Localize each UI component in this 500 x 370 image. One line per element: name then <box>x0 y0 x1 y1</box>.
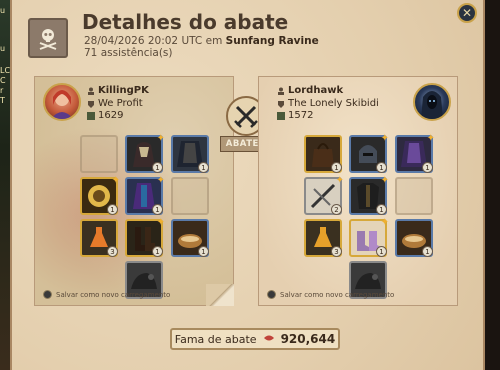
enchant-badge: 1 <box>376 204 387 215</box>
enchant-badge: 1 <box>331 162 342 173</box>
guild-shield-icon <box>277 100 285 108</box>
enchant-badge: 1 <box>422 246 433 257</box>
star-icon: ✦ <box>111 175 120 186</box>
enchant-badge: 1 <box>107 204 118 215</box>
enchant-badge: 1 <box>422 162 433 173</box>
enchant-badge: 1 <box>152 246 163 257</box>
killer-avatar[interactable] <box>43 83 81 121</box>
enchant-badge: 3 <box>107 246 118 257</box>
enchant-badge: 1 <box>152 162 163 173</box>
save-icon <box>43 290 52 299</box>
enchant-badge: 1 <box>152 204 163 215</box>
item-power-icon <box>277 112 285 121</box>
star-icon: ✦ <box>380 175 389 186</box>
item-power-icon <box>87 112 95 121</box>
victim-name[interactable]: Lordhawk <box>288 85 343 98</box>
kill-location: Sunfang Ravine <box>225 35 319 47</box>
skull-crossbones-icon <box>28 18 68 58</box>
assists-count: 71 assistência(s) <box>84 47 173 59</box>
kill-details-window: Detalhes do abate 28/04/2026 20:02 UTC e… <box>10 0 485 370</box>
star-icon: ✦ <box>380 217 389 228</box>
save-loadout-label: Salvar como novo carregamento <box>56 290 171 299</box>
cape-slot[interactable]: 1 <box>171 135 209 173</box>
potion-slot[interactable]: 3 <box>80 219 118 257</box>
victim-info: Lordhawk The Lonely Skibidi 1572 <box>277 85 379 123</box>
player-icon <box>87 87 95 96</box>
star-icon: ✦ <box>426 133 435 144</box>
armor-slot[interactable]: ✦ 1 <box>125 175 165 215</box>
enchant-badge: 1 <box>376 162 387 173</box>
boots-slot[interactable]: ✦ 1 <box>125 217 165 257</box>
killer-panel: KillingPK We Profit 1629 ✦ 1 1 ✦ 1 ✦ 1 3 ✦ 1 <box>34 76 234 306</box>
star-icon: ✦ <box>156 133 165 144</box>
weapon-slot[interactable]: ✦ 1 <box>80 175 120 215</box>
star-icon: ✦ <box>380 133 389 144</box>
food-slot[interactable]: 1 <box>171 219 209 257</box>
page-title: Detalhes do abate <box>82 10 289 34</box>
window-header: Detalhes do abate 28/04/2026 20:02 UTC e… <box>12 0 487 64</box>
strip-text: u <box>0 44 6 53</box>
enchant-badge: 2 <box>331 204 342 215</box>
strip-text: LC <box>0 66 11 75</box>
strip-text: r <box>0 86 4 95</box>
location-prefix: em <box>205 35 223 47</box>
victim-avatar[interactable] <box>413 83 451 121</box>
strip-text: C <box>0 76 6 85</box>
save-loadout-button[interactable]: Salvar como novo carregamento <box>267 290 394 299</box>
enchant-badge: 1 <box>376 246 387 257</box>
strip-text: T <box>0 96 5 105</box>
head-slot[interactable]: ✦ 1 <box>125 133 165 173</box>
kill-timestamp: 28/04/2026 20:02 UTC <box>84 35 203 47</box>
potion-slot[interactable]: 3 <box>304 219 342 257</box>
bag-slot[interactable]: 1 <box>304 135 342 173</box>
victim-item-power: 1572 <box>288 110 314 121</box>
strip-text: u <box>0 6 6 15</box>
guild-shield-icon <box>87 100 95 108</box>
kill-meta: 28/04/2026 20:02 UTC em Sunfang Ravine <box>84 35 319 47</box>
close-icon: ✕ <box>461 6 473 20</box>
star-icon: ✦ <box>156 175 165 186</box>
food-slot[interactable]: 1 <box>395 219 433 257</box>
offhand-slot-empty <box>395 177 433 215</box>
kill-fame-value: 920,644 <box>280 332 336 346</box>
save-loadout-label: Salvar como novo carregamento <box>280 290 395 299</box>
enchant-badge: 1 <box>198 246 209 257</box>
victim-panel: Lordhawk The Lonely Skibidi 1572 1 ✦ 1 ✦ 1… <box>258 76 458 306</box>
save-loadout-button[interactable]: Salvar como novo carregamento <box>43 290 170 299</box>
armor-slot[interactable]: ✦ 1 <box>349 175 389 215</box>
cape-slot[interactable]: ✦ 1 <box>395 133 435 173</box>
offhand-slot-empty <box>171 177 209 215</box>
close-button[interactable]: ✕ <box>457 3 477 23</box>
save-icon <box>267 290 276 299</box>
victim-guild[interactable]: The Lonely Skibidi <box>288 98 379 111</box>
bag-slot-empty <box>80 135 118 173</box>
player-icon <box>277 87 285 96</box>
fame-icon <box>263 333 275 346</box>
killer-name[interactable]: KillingPK <box>98 85 149 98</box>
boots-slot[interactable]: ✦ 1 <box>349 217 389 257</box>
page-curl-decoration <box>206 284 234 306</box>
kill-fame-label: Fama de abate <box>174 332 257 346</box>
weapon-slot[interactable]: ✦ 2 <box>304 175 344 215</box>
star-icon: ✦ <box>156 217 165 228</box>
enchant-badge: 3 <box>331 246 342 257</box>
killer-guild[interactable]: We Profit <box>98 98 143 111</box>
kill-fame-bar: Fama de abate 920,644 <box>170 328 340 350</box>
killer-item-power: 1629 <box>98 110 124 121</box>
head-slot[interactable]: ✦ 1 <box>349 133 389 173</box>
star-icon: ✦ <box>335 175 344 186</box>
killer-info: KillingPK We Profit 1629 <box>87 85 149 123</box>
enchant-badge: 1 <box>198 162 209 173</box>
